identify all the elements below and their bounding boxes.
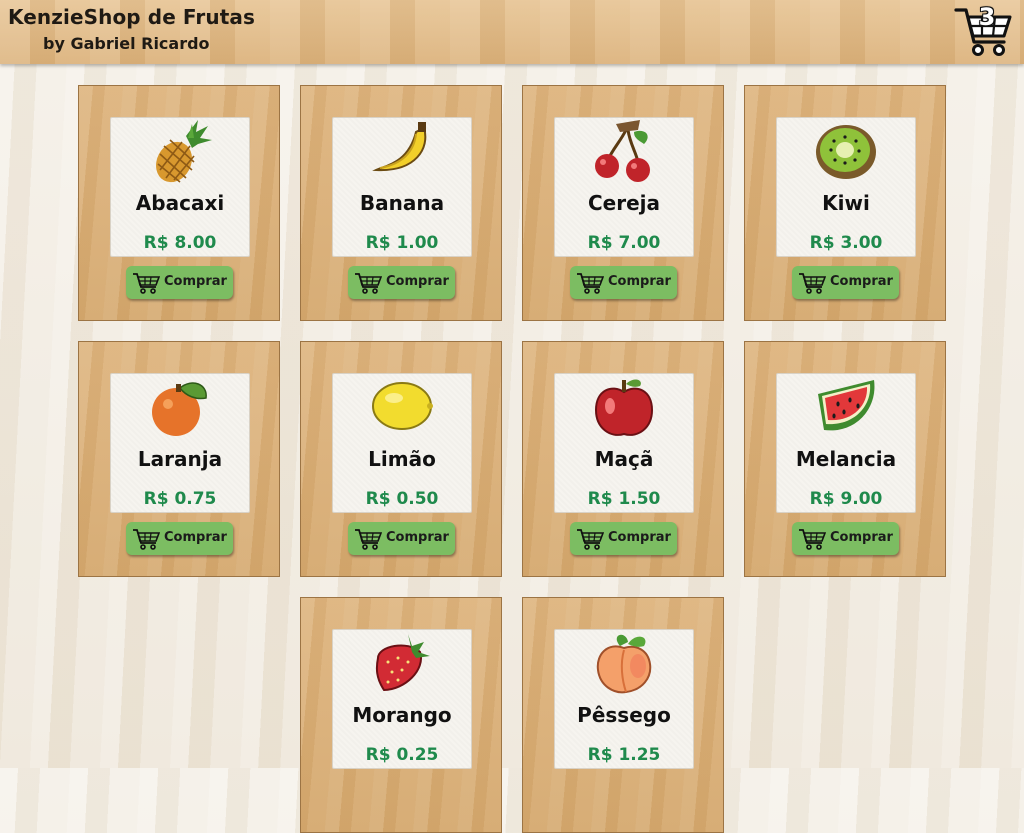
product-card-laranja: Laranja R$ 0.75 Comprar <box>78 341 280 577</box>
product-card-morango: Morango R$ 0.25 <box>300 597 502 833</box>
product-price: R$ 0.25 <box>365 745 439 765</box>
product-name: Abacaxi <box>135 191 225 215</box>
buy-button-label: Comprar <box>608 530 671 545</box>
shopping-cart-icon <box>355 273 382 294</box>
buy-button-label: Comprar <box>608 274 671 289</box>
product-price: R$ 1.25 <box>587 745 661 765</box>
orange-icon <box>152 382 207 436</box>
product-price: R$ 8.00 <box>143 233 217 253</box>
product-price: R$ 1.00 <box>365 233 439 253</box>
product-info: Abacaxi R$ 8.00 <box>110 117 250 257</box>
product-card-maca: Maçã R$ 1.50 Comprar <box>522 341 724 577</box>
cherry-icon <box>595 120 650 182</box>
banana-icon <box>372 122 427 172</box>
buy-button[interactable]: Comprar <box>792 266 899 299</box>
product-info: Melancia R$ 9.00 <box>776 373 916 513</box>
product-name: Melancia <box>795 447 897 471</box>
buy-button[interactable]: Comprar <box>792 522 899 555</box>
product-name: Cereja <box>587 191 661 215</box>
buy-button[interactable]: Comprar <box>570 522 677 555</box>
product-info: Pêssego R$ 1.25 <box>554 629 694 769</box>
cart-count-badge: 3 <box>978 3 996 31</box>
pineapple-icon <box>156 120 212 183</box>
product-card-kiwi: Kiwi R$ 3.00 Comprar <box>744 85 946 321</box>
buy-button-label: Comprar <box>164 530 227 545</box>
buy-button-label: Comprar <box>830 274 893 289</box>
peach-icon <box>596 634 652 694</box>
product-name: Maçã <box>594 447 654 471</box>
shopping-cart-icon <box>133 529 160 550</box>
shopping-cart-icon <box>133 273 160 294</box>
product-info: Maçã R$ 1.50 <box>554 373 694 513</box>
buy-button[interactable]: Comprar <box>126 522 233 555</box>
product-price: R$ 0.75 <box>143 489 217 509</box>
product-price: R$ 7.00 <box>587 233 661 253</box>
buy-button[interactable]: Comprar <box>348 522 455 555</box>
buy-button-label: Comprar <box>386 274 449 289</box>
shop-title: KenzieShop de Frutas <box>8 5 255 29</box>
shopping-cart-icon <box>355 529 382 550</box>
shopping-cart-icon <box>799 529 826 550</box>
product-name: Limão <box>368 447 436 471</box>
product-info: Limão R$ 0.50 <box>332 373 472 513</box>
product-name: Banana <box>359 191 445 215</box>
shop-author: by Gabriel Ricardo <box>43 34 210 53</box>
buy-button-label: Comprar <box>830 530 893 545</box>
product-info: Cereja R$ 7.00 <box>554 117 694 257</box>
buy-button[interactable]: Comprar <box>570 266 677 299</box>
product-info: Laranja R$ 0.75 <box>110 373 250 513</box>
shopping-cart-icon <box>577 529 604 550</box>
strawberry-icon <box>375 634 430 692</box>
product-info: Morango R$ 0.25 <box>332 629 472 769</box>
product-card-melancia: Melancia R$ 9.00 Comprar <box>744 341 946 577</box>
product-card-limao: Limão R$ 0.50 Comprar <box>300 341 502 577</box>
buy-button[interactable]: Comprar <box>348 266 455 299</box>
lemon-icon <box>372 382 433 430</box>
shopping-cart-icon <box>799 273 826 294</box>
product-name: Pêssego <box>577 703 671 727</box>
product-price: R$ 0.50 <box>365 489 439 509</box>
product-info: Banana R$ 1.00 <box>332 117 472 257</box>
watermelon-icon <box>818 380 875 431</box>
kiwi-icon <box>816 125 876 179</box>
product-price: R$ 1.50 <box>587 489 661 509</box>
product-name: Laranja <box>137 447 223 471</box>
product-price: R$ 9.00 <box>809 489 883 509</box>
product-name: Morango <box>352 703 452 727</box>
site-header: KenzieShop de Frutas by Gabriel Ricardo … <box>0 0 1024 64</box>
product-card-cereja: Cereja R$ 7.00 Comprar <box>522 85 724 321</box>
product-card-banana: Banana R$ 1.00 Comprar <box>300 85 502 321</box>
product-card-abacaxi: Abacaxi R$ 8.00 Comprar <box>78 85 280 321</box>
product-price: R$ 3.00 <box>809 233 883 253</box>
buy-button-label: Comprar <box>164 274 227 289</box>
shopping-cart-icon <box>577 273 604 294</box>
product-name: Kiwi <box>822 191 870 215</box>
product-card-pessego: Pêssego R$ 1.25 <box>522 597 724 833</box>
product-info: Kiwi R$ 3.00 <box>776 117 916 257</box>
buy-button[interactable]: Comprar <box>126 266 233 299</box>
buy-button-label: Comprar <box>386 530 449 545</box>
apple-icon <box>594 379 654 436</box>
